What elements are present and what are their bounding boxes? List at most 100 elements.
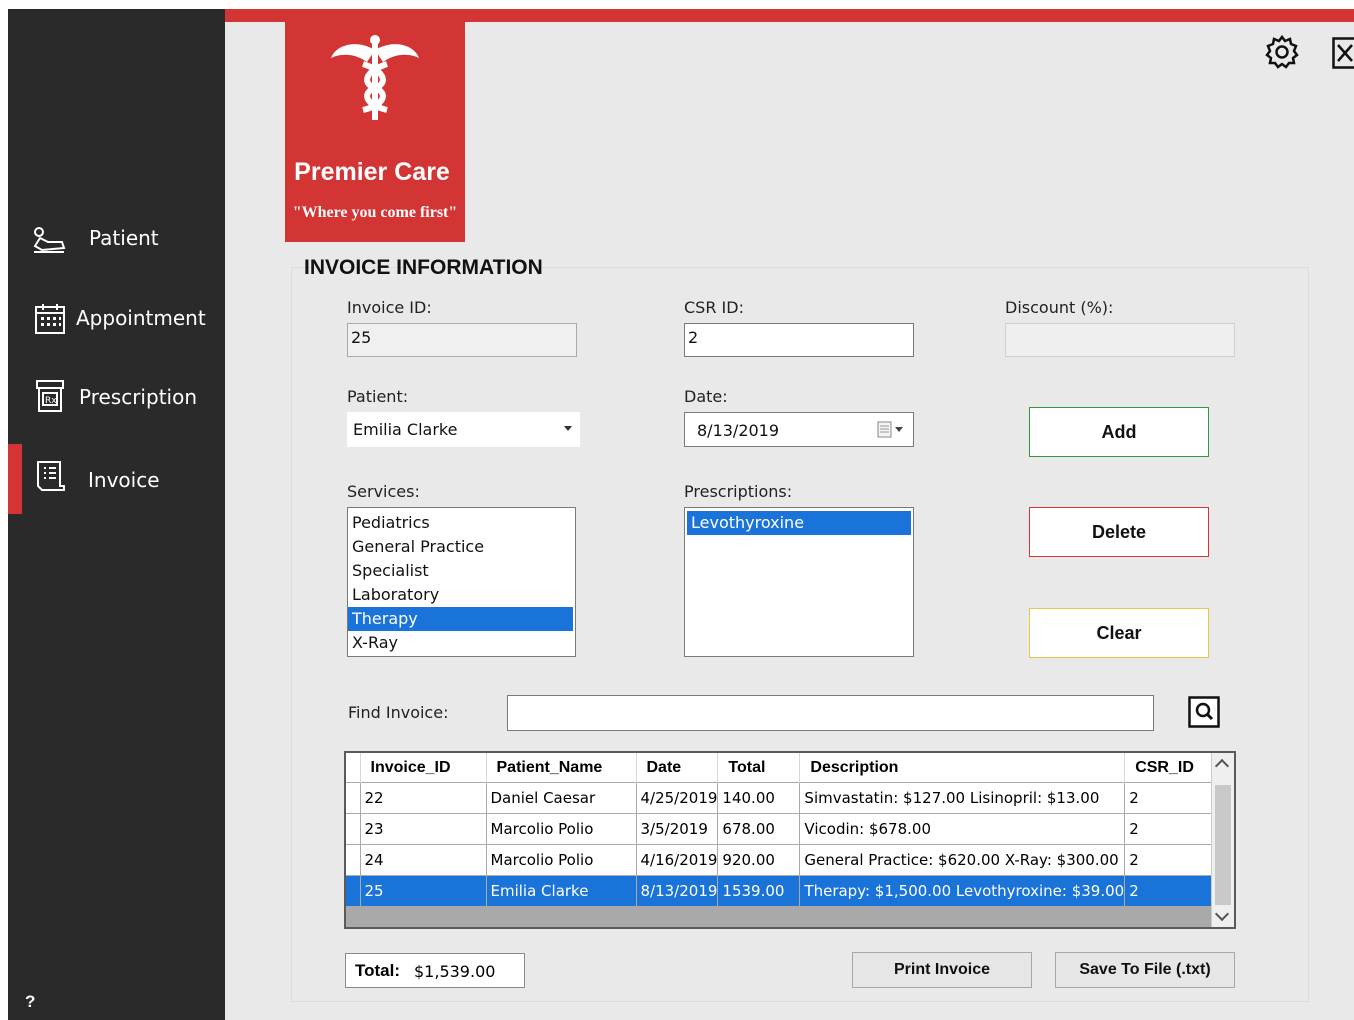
table-cell[interactable]: 678.00: [717, 813, 801, 845]
table-cell[interactable]: 920.00: [717, 844, 801, 876]
gear-icon[interactable]: [1264, 34, 1300, 70]
table-cell[interactable]: Emilia Clarke: [486, 875, 637, 906]
date-picker[interactable]: 8/13/2019: [684, 412, 914, 447]
table-cell[interactable]: Marcolio Polio: [486, 813, 637, 845]
table-header-row: Invoice_ID Patient_Name Date Total Descr…: [346, 753, 1232, 783]
calendar-icon: [35, 304, 65, 334]
table-cell[interactable]: 25: [360, 875, 487, 906]
section-title: INVOICE INFORMATION: [304, 256, 543, 279]
active-indicator: [8, 444, 22, 514]
total-value: $1,539.00: [414, 962, 496, 981]
prescriptions-list[interactable]: Levothyroxine: [684, 507, 914, 657]
table-cell[interactable]: 23: [360, 813, 487, 845]
add-button[interactable]: Add: [1029, 407, 1209, 457]
row-header[interactable]: [346, 813, 361, 845]
delete-button[interactable]: Delete: [1029, 507, 1209, 557]
svg-text:Rx: Rx: [45, 396, 57, 406]
table-row[interactable]: 24 Marcolio Polio 4/16/2019 920.00 Gener…: [346, 844, 1233, 876]
column-header[interactable]: Patient_Name: [486, 753, 637, 783]
grid-scrollbar[interactable]: [1211, 753, 1234, 927]
discount-label: Discount (%):: [1005, 298, 1114, 317]
close-icon[interactable]: [1332, 37, 1354, 69]
search-icon[interactable]: [1188, 696, 1220, 728]
sidebar-item-label: Appointment: [76, 306, 206, 330]
find-invoice-label: Find Invoice:: [348, 703, 449, 722]
invoice-table: Invoice_ID Patient_Name Date Total Descr…: [346, 753, 1233, 906]
brand-tagline: "Where you come first": [292, 204, 458, 221]
scroll-thumb[interactable]: [1215, 785, 1231, 905]
column-header[interactable]: Date: [636, 753, 719, 783]
table-row-selected[interactable]: 25 Emilia Clarke 8/13/2019 1539.00 Thera…: [346, 875, 1233, 906]
services-label: Services:: [347, 482, 420, 501]
sidebar-item-invoice[interactable]: Invoice: [8, 444, 225, 514]
table-cell[interactable]: Simvastatin: $127.00 Lisinopril: $13.00: [799, 782, 1126, 814]
list-item-selected[interactable]: Therapy: [348, 607, 573, 631]
table-cell[interactable]: 24: [360, 844, 487, 876]
scroll-down-icon[interactable]: [1214, 906, 1230, 922]
sidebar-item-label: Patient: [89, 226, 159, 250]
total-label: Total:: [355, 961, 401, 980]
save-to-file-button[interactable]: Save To File (.txt): [1055, 952, 1235, 988]
date-label: Date:: [684, 387, 728, 406]
table-cell[interactable]: Therapy: $1,500.00 Levothyroxine: $39.00: [799, 875, 1126, 906]
prescription-icon: Rx: [36, 380, 64, 412]
table-cell[interactable]: General Practice: $620.00 X-Ray: $300.00: [799, 844, 1126, 876]
list-item[interactable]: Pediatrics: [348, 511, 575, 535]
table-cell[interactable]: 8/13/2019: [636, 875, 719, 906]
sidebar-item-label: Invoice: [88, 468, 160, 492]
list-item[interactable]: X-Ray: [348, 631, 575, 655]
scroll-up-icon[interactable]: [1214, 758, 1230, 774]
csr-id-field[interactable]: 2: [684, 323, 914, 357]
row-header-spacer: [346, 753, 361, 783]
table-cell[interactable]: Vicodin: $678.00: [799, 813, 1126, 845]
row-header[interactable]: [346, 844, 361, 876]
column-header[interactable]: Description: [799, 753, 1126, 783]
patient-dropdown[interactable]: Emilia Clarke: [347, 412, 580, 447]
sidebar-item-patient[interactable]: Patient: [8, 208, 225, 270]
patient-selected: Emilia Clarke: [353, 420, 458, 439]
invoice-id-field[interactable]: 25: [347, 323, 577, 357]
services-list[interactable]: Pediatrics General Practice Specialist L…: [347, 507, 576, 657]
table-cell[interactable]: 4/16/2019: [636, 844, 719, 876]
table-cell[interactable]: Marcolio Polio: [486, 844, 637, 876]
sidebar-item-appointment[interactable]: Appointment: [8, 288, 225, 350]
brand-name: Premier Care: [294, 158, 450, 186]
calendar-dropdown-icon[interactable]: [877, 421, 905, 439]
table-row[interactable]: 23 Marcolio Polio 3/5/2019 678.00 Vicodi…: [346, 813, 1233, 845]
table-cell[interactable]: 22: [360, 782, 487, 814]
caduceus-icon: [331, 35, 419, 120]
table-cell[interactable]: 4/25/2019: [636, 782, 719, 814]
invoice-icon: [37, 461, 65, 491]
table-row[interactable]: 22 Daniel Caesar 4/25/2019 140.00 Simvas…: [346, 782, 1233, 814]
row-header[interactable]: [346, 782, 361, 814]
find-invoice-input[interactable]: [507, 695, 1154, 731]
table-cell[interactable]: 3/5/2019: [636, 813, 719, 845]
chevron-down-icon: [564, 426, 572, 431]
sidebar-item-label: Prescription: [79, 385, 197, 409]
top-accent-bar: [225, 9, 1354, 22]
table-cell[interactable]: 140.00: [717, 782, 801, 814]
clear-button[interactable]: Clear: [1029, 608, 1209, 658]
sidebar-item-prescription[interactable]: Rx Prescription: [8, 367, 225, 429]
brand-logo: Premier Care "Where you come first": [285, 22, 465, 242]
list-item[interactable]: General Practice: [348, 535, 575, 559]
discount-field[interactable]: [1005, 323, 1235, 357]
csr-id-label: CSR ID:: [684, 298, 744, 317]
patient-label: Patient:: [347, 387, 409, 406]
table-cell[interactable]: 1539.00: [717, 875, 801, 906]
prescriptions-label: Prescriptions:: [684, 482, 793, 501]
list-item[interactable]: Laboratory: [348, 583, 575, 607]
invoice-grid[interactable]: Invoice_ID Patient_Name Date Total Descr…: [344, 751, 1236, 929]
sidebar: [8, 9, 225, 1020]
table-cell[interactable]: Daniel Caesar: [486, 782, 637, 814]
column-header[interactable]: Total: [717, 753, 801, 783]
patient-bed-icon: [33, 227, 66, 253]
print-invoice-button[interactable]: Print Invoice: [852, 952, 1032, 988]
column-header[interactable]: Invoice_ID: [360, 753, 487, 783]
help-button[interactable]: ?: [25, 992, 35, 1012]
list-item-selected[interactable]: Levothyroxine: [687, 511, 911, 535]
invoice-id-label: Invoice ID:: [347, 298, 432, 317]
date-value: 8/13/2019: [697, 421, 780, 440]
list-item[interactable]: Specialist: [348, 559, 575, 583]
row-header[interactable]: [346, 875, 361, 906]
